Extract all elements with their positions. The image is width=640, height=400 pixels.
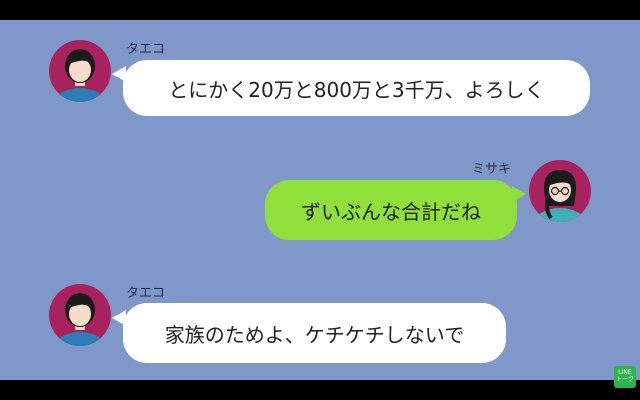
message-text: ずいぶんな合計だね	[301, 199, 481, 224]
avatar-taeko[interactable]	[49, 40, 111, 102]
message-text: 家族のためよ、ケチケチしないで	[164, 322, 465, 347]
badge-line1: LINE	[618, 369, 632, 376]
message-bubble[interactable]: とにかく20万と800万と3千万、よろしく	[123, 60, 590, 116]
sender-name: タエコ	[126, 42, 166, 57]
message-text: とにかく20万と800万と3千万、よろしく	[168, 77, 545, 102]
chat-area: タエコ とにかく20万と800万と3千万、よろしく ミサキ ずいぶんな合計だね	[0, 20, 640, 380]
avatar-taeko[interactable]	[49, 284, 111, 346]
message-bubble[interactable]: 家族のためよ、ケチケチしないで	[123, 303, 506, 363]
avatar-misaki[interactable]	[529, 160, 591, 222]
message-bubble[interactable]: ずいぶんな合計だね	[265, 180, 517, 240]
badge-line2: トーク	[615, 376, 634, 383]
sender-name: ミサキ	[472, 162, 512, 177]
line-talk-badge: LINE トーク	[614, 366, 636, 388]
sender-name: タエコ	[126, 286, 166, 301]
